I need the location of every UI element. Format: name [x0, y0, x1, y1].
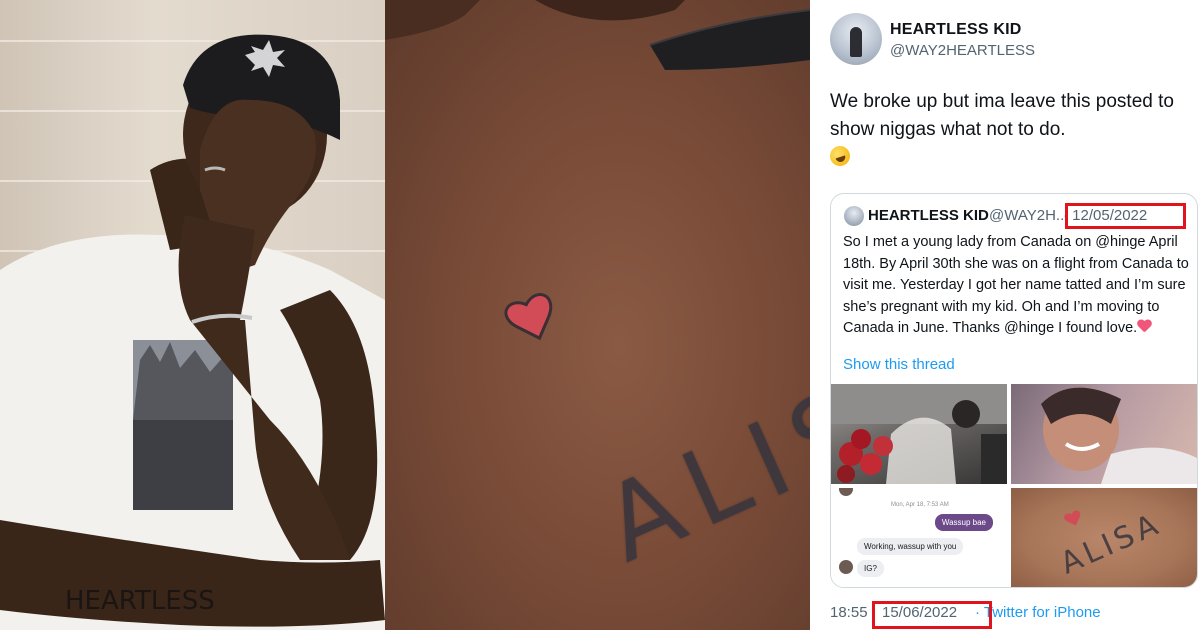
tweet-text: We broke up but ima leave this posted to…	[827, 88, 1190, 172]
avatar[interactable]	[830, 13, 882, 65]
laughing-emoji-icon	[827, 143, 853, 169]
quoted-avatar	[844, 206, 864, 226]
media-flowers[interactable]	[831, 384, 1007, 484]
tweet-date-highlight	[872, 601, 992, 629]
quoted-text: So I met a young lady from Canada on @hi…	[843, 232, 1193, 340]
chat-bubble-outgoing: Wassup bae	[934, 514, 993, 531]
man-figure: HEARTLESS	[0, 34, 385, 630]
tweet-card: HEARTLESS KID @WAY2HEARTLESS We broke up…	[810, 0, 1200, 630]
quoted-date-highlight	[1065, 203, 1186, 229]
tweet-time[interactable]: 18:55	[830, 604, 868, 621]
tattoo-closeup-photo: ALISA	[385, 0, 810, 630]
media-grid[interactable]: Mon, Apr 18, 7:53 AM Wassup bae Working,…	[831, 384, 1197, 587]
chat-day: Mon, Apr 18, 7:53 AM	[891, 502, 949, 508]
forearm-tattoo: HEARTLESS	[65, 586, 215, 616]
tweet-source-link[interactable]: · Twitter for iPhone	[975, 604, 1101, 621]
chat-bubble-incoming: IG?	[857, 560, 884, 577]
author-name[interactable]: HEARTLESS KID	[890, 21, 1022, 39]
tweet-author[interactable]: HEARTLESS KID @WAY2HEARTLESS	[830, 13, 1190, 69]
chat-avatar	[839, 560, 853, 574]
man-photo: HEARTLESS	[0, 0, 385, 630]
author-handle[interactable]: @WAY2HEARTLESS	[890, 42, 1035, 59]
quoted-author-handle: @WAY2H...	[989, 207, 1069, 224]
media-chat[interactable]: Mon, Apr 18, 7:53 AM Wassup bae Working,…	[831, 488, 1007, 587]
heart-arrow-emoji-icon	[1137, 320, 1152, 333]
quoted-tweet[interactable]: HEARTLESS KID @WAY2H... · 12/05/2022 So …	[830, 193, 1198, 588]
media-tattoo[interactable]: ALISA	[1011, 488, 1197, 587]
show-thread-link[interactable]: Show this thread	[843, 356, 955, 373]
tweet-footer: 18:55 15/06/2022 · Twitter for iPhone	[830, 604, 1101, 621]
media-selfie[interactable]	[1011, 384, 1197, 484]
quoted-author-name: HEARTLESS KID	[868, 207, 989, 224]
tweet-body: We broke up but ima leave this posted to…	[830, 91, 1174, 140]
chat-bubble-incoming: Working, wassup with you	[857, 538, 964, 555]
